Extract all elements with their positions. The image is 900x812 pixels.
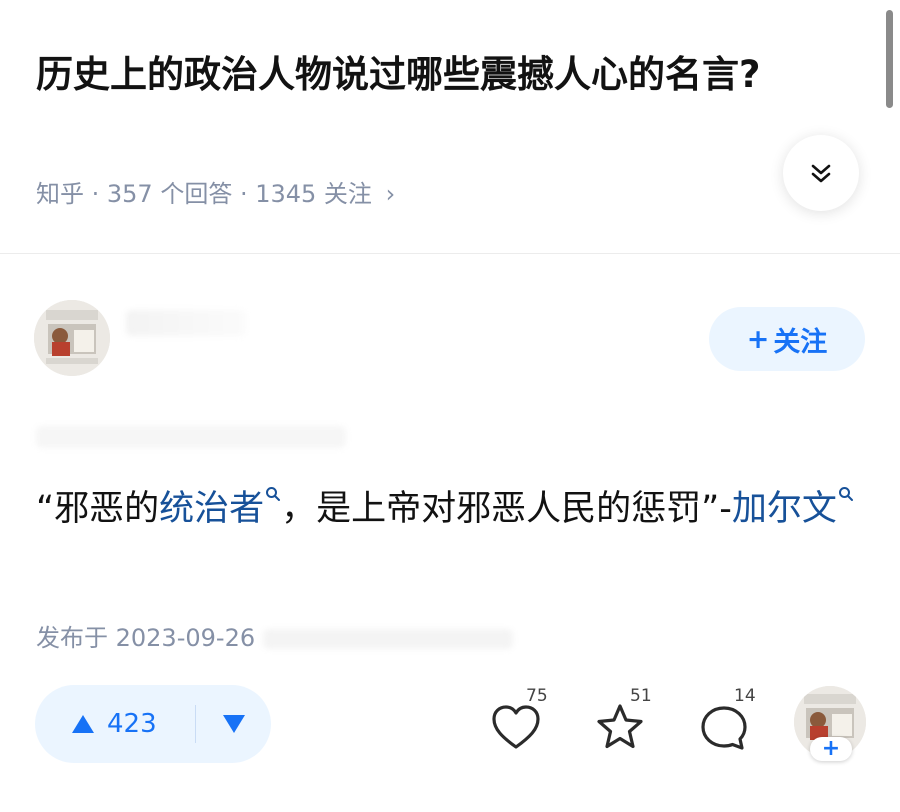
scrollbar[interactable] [886,10,893,108]
question-meta-text: 知乎 · 357 个回答 · 1345 关注 [36,180,372,208]
downvote-button[interactable] [196,714,271,734]
author-name-blurred [126,310,246,336]
search-icon [266,487,281,501]
triangle-up-icon [72,715,94,733]
answer-text-mid: ，是上帝对邪恶人民的惩罚”- [281,489,732,529]
comment-bubble-icon [701,706,747,750]
follow-label: 关注 [773,326,828,358]
chevron-right-icon: › [385,180,396,208]
favorite-button[interactable]: 51 [592,686,652,756]
divider [0,253,900,254]
double-chevron-down-icon [811,164,831,183]
publish-date: 发布于 2023-09-26 [36,624,256,652]
answer-text-open: “邪恶的 [36,489,160,529]
comment-button[interactable]: 14 [696,686,756,756]
comment-count: 14 [734,686,756,706]
publish-info: 发布于 2023-09-26 [36,618,513,653]
expand-button[interactable] [783,135,859,211]
author-avatar[interactable] [34,300,110,376]
search-icon [838,487,853,501]
like-count: 75 [526,686,548,706]
search-link-calvin[interactable]: 加尔文 [731,487,854,529]
like-button[interactable]: 75 [488,686,548,756]
follow-author-badge[interactable]: + [810,737,852,761]
heart-icon [492,705,540,749]
question-meta[interactable]: 知乎 · 357 个回答 · 1345 关注 › [36,174,395,209]
triangle-down-icon [222,715,245,733]
upvote-count: 423 [107,709,157,739]
publish-location-blurred [262,629,513,649]
question-title[interactable]: 历史上的政治人物说过哪些震撼人心的名言? [36,48,836,102]
search-link-rulers[interactable]: 统治者 [159,487,281,529]
star-icon [597,704,643,749]
vote-bar: 423 [35,685,271,763]
answer-content[interactable]: “邪恶的统治者 ，是上帝对邪恶人民的惩罚”-加尔文 [36,480,866,538]
favorite-count: 51 [630,686,652,706]
author-bio-blurred [36,426,346,448]
search-link-label: 统治者 [159,489,265,529]
search-link-label: 加尔文 [731,489,837,529]
avatar-image [34,300,110,376]
upvote-button[interactable]: 423 [35,709,195,739]
follow-button[interactable]: + 关注 [709,307,865,371]
plus-icon: + [746,323,770,355]
